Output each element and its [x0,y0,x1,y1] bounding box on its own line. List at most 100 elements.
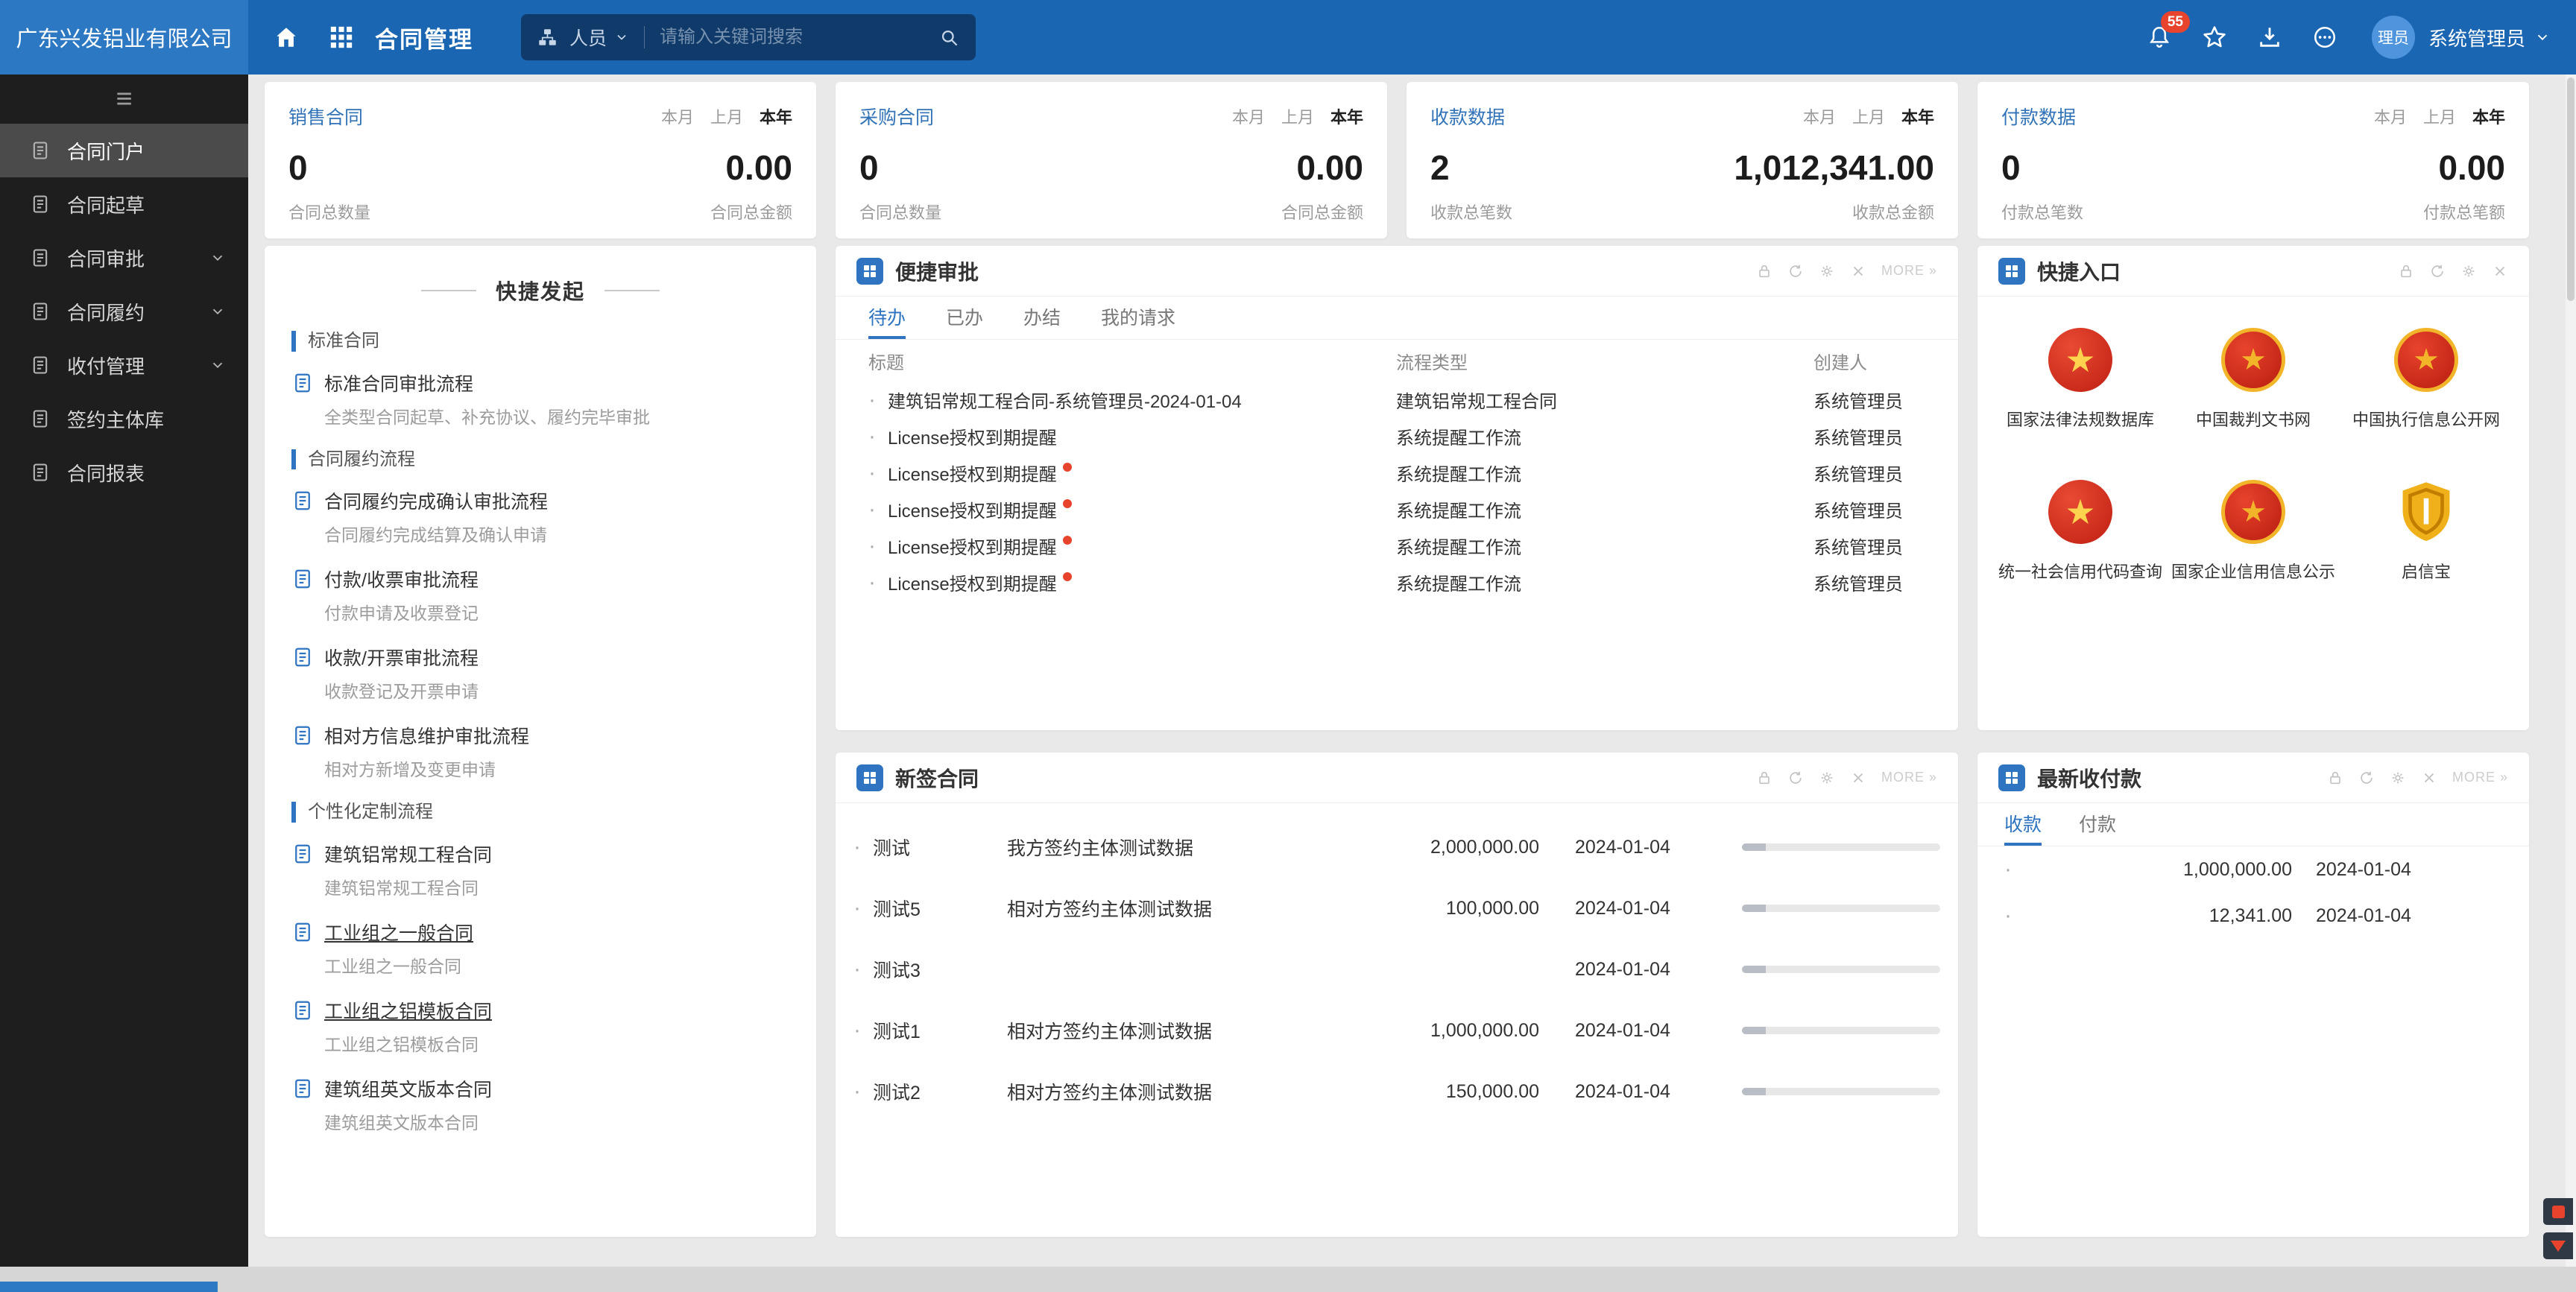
sidebar-item-payment-management[interactable]: 收付管理 [0,338,248,392]
quick-start-item[interactable]: 收款/开票审批流程 收款登记及开票申请 [291,644,789,703]
more-link[interactable]: MORE » [2452,770,2508,785]
tab-this-year[interactable]: 本年 [760,104,792,128]
tab-this-month[interactable]: 本月 [2374,104,2407,128]
approval-row[interactable]: · License授权到期提醒 系统提醒工作流 系统管理员 [836,564,1958,601]
search-input[interactable] [660,27,939,48]
panel-title: 便捷审批 [895,260,979,284]
horizontal-scrollbar-track[interactable] [0,1267,2576,1292]
quick-start-item[interactable]: 付款/收票审批流程 付款申请及收票登记 [291,566,789,624]
contract-date: 2024-01-04 [1575,958,1670,980]
tab-last-month[interactable]: 上月 [2423,104,2456,128]
payment-row[interactable]: · 12,341.00 2024-01-04 [1977,893,2529,939]
panel-title: 最新收付款 [2037,767,2142,791]
quick-link-enforcement-info[interactable]: ★ 中国执行信息公开网 [2340,328,2513,431]
close-icon[interactable] [1850,263,1866,279]
sidebar-item-contract-approval[interactable]: 合同审批 [0,231,248,285]
gear-icon[interactable] [1819,263,1835,279]
org-icon[interactable] [537,28,558,48]
lock-icon[interactable] [1756,770,1772,786]
approval-row[interactable]: · License授权到期提醒 系统提醒工作流 系统管理员 [836,455,1958,491]
contract-row[interactable]: · 测试3 2024-01-04 [853,939,1940,1000]
sidebar-item-contract-reports[interactable]: 合同报表 [0,446,248,499]
apps-grid-icon[interactable] [324,20,359,54]
contract-row[interactable]: · 测试1 相对方签约主体测试数据 1,000,000.00 2024-01-0… [853,1000,1940,1061]
search-divider [644,26,645,48]
tab-done[interactable]: 已办 [946,297,983,339]
refresh-icon[interactable] [2429,263,2446,279]
close-icon[interactable] [2421,770,2437,786]
lock-icon[interactable] [2327,770,2343,786]
home-icon[interactable] [269,20,303,54]
notifications-button[interactable]: 55 [2142,11,2190,54]
contract-row[interactable]: · 测试5 相对方签约主体测试数据 100,000.00 2024-01-04 [853,878,1940,939]
more-link[interactable]: MORE » [1881,263,1937,279]
quick-start-item[interactable]: 标准合同审批流程 全类型合同起草、补充协议、履约完毕审批 [291,370,789,428]
close-icon[interactable] [2492,263,2508,279]
approval-row[interactable]: · 建筑铝常规工程合同-系统管理员-2024-01-04 建筑铝常规工程合同 系… [836,381,1958,418]
contract-row[interactable]: · 测试2 相对方签约主体测试数据 150,000.00 2024-01-04 [853,1061,1940,1122]
favorites-button[interactable] [2197,20,2232,54]
chevron-down-icon [209,357,226,373]
gear-icon[interactable] [1819,770,1835,786]
quick-link-enterprise-credit[interactable]: ★ 国家企业信用信息公示 [2167,480,2340,583]
search-category-dropdown[interactable]: 人员 [569,24,629,51]
approval-row[interactable]: · License授权到期提醒 系统提醒工作流 系统管理员 [836,528,1958,564]
tab-last-month[interactable]: 上月 [710,104,743,128]
more-options-button[interactable] [2308,20,2342,54]
sidebar-item-label: 收付管理 [67,355,145,378]
payment-row[interactable]: · 1,000,000.00 2024-01-04 [1977,846,2529,893]
tab-closed[interactable]: 办结 [1023,297,1061,339]
approval-row[interactable]: · License授权到期提醒 系统提醒工作流 系统管理员 [836,418,1958,455]
quick-start-item[interactable]: 建筑组英文版本合同 建筑组英文版本合同 [291,1075,789,1134]
user-menu[interactable]: 系统管理员 [2428,24,2551,51]
quick-link-qixinbao[interactable]: 启信宝 [2340,480,2513,583]
floating-notice-button[interactable] [2543,1198,2573,1225]
contract-row[interactable]: · 测试 我方签约主体测试数据 2,000,000.00 2024-01-04 [853,817,1940,878]
quick-start-item[interactable]: 相对方信息维护审批流程 相对方新增及变更申请 [291,722,789,781]
tab-my-requests[interactable]: 我的请求 [1101,297,1175,339]
more-link[interactable]: MORE » [1881,770,1937,785]
horizontal-scrollbar-thumb[interactable] [0,1282,218,1292]
tab-this-month[interactable]: 本月 [661,104,694,128]
quick-link-laws-database[interactable]: ★ 国家法律法规数据库 [1994,328,2167,431]
tab-receipts[interactable]: 收款 [2004,803,2042,846]
refresh-icon[interactable] [1787,263,1804,279]
avatar[interactable]: 理员 [2371,16,2415,59]
sidebar-item-contract-draft[interactable]: 合同起草 [0,177,248,231]
quick-link-credit-code-query[interactable]: ★ 统一社会信用代码查询 [1994,480,2167,583]
tab-last-month[interactable]: 上月 [1852,104,1885,128]
floating-help-button[interactable] [2543,1232,2573,1259]
quick-start-item[interactable]: 建筑铝常规工程合同 建筑铝常规工程合同 [291,840,789,899]
tab-todo[interactable]: 待办 [868,297,906,339]
tab-this-month[interactable]: 本月 [1803,104,1836,128]
vertical-scrollbar[interactable] [2566,75,2576,1267]
gear-icon[interactable] [2460,263,2477,279]
tab-last-month[interactable]: 上月 [1281,104,1314,128]
download-button[interactable] [2253,20,2287,54]
tab-this-year[interactable]: 本年 [1330,104,1363,128]
gear-icon[interactable] [2390,770,2406,786]
quick-start-panel: 快捷发起 标准合同 标准合同审批流程 全类型合同起草、补充协议、履约完毕审批 合… [265,246,816,1237]
refresh-icon[interactable] [2358,770,2375,786]
approval-row[interactable]: · License授权到期提醒 系统提醒工作流 系统管理员 [836,491,1958,528]
item-title: 合同履约完成确认审批流程 [324,492,549,513]
sidebar-item-contract-portal[interactable]: 合同门户 [0,124,248,177]
quick-start-item[interactable]: 工业组之铝模板合同 工业组之铝模板合同 [291,997,789,1056]
tab-this-year[interactable]: 本年 [2472,104,2505,128]
sidebar-item-contract-performance[interactable]: 合同履约 [0,285,248,338]
document-icon [30,462,51,483]
scrollbar-thumb[interactable] [2567,77,2575,301]
quick-link-judgment-documents[interactable]: ★ 中国裁判文书网 [2167,328,2340,431]
sidebar-collapse-button[interactable]: ≡ [0,75,248,124]
refresh-icon[interactable] [1787,770,1804,786]
lock-icon[interactable] [1756,263,1772,279]
quick-start-item[interactable]: 合同履约完成确认审批流程 合同履约完成结算及确认申请 [291,487,789,546]
quick-start-item[interactable]: 工业组之一般合同 工业组之一般合同 [291,919,789,978]
tab-payments[interactable]: 付款 [2079,803,2116,846]
tab-this-month[interactable]: 本月 [1232,104,1265,128]
search-icon[interactable] [939,28,959,48]
close-icon[interactable] [1850,770,1866,786]
tab-this-year[interactable]: 本年 [1901,104,1934,128]
lock-icon[interactable] [2398,263,2414,279]
sidebar-item-signing-entity-library[interactable]: 签约主体库 [0,392,248,446]
